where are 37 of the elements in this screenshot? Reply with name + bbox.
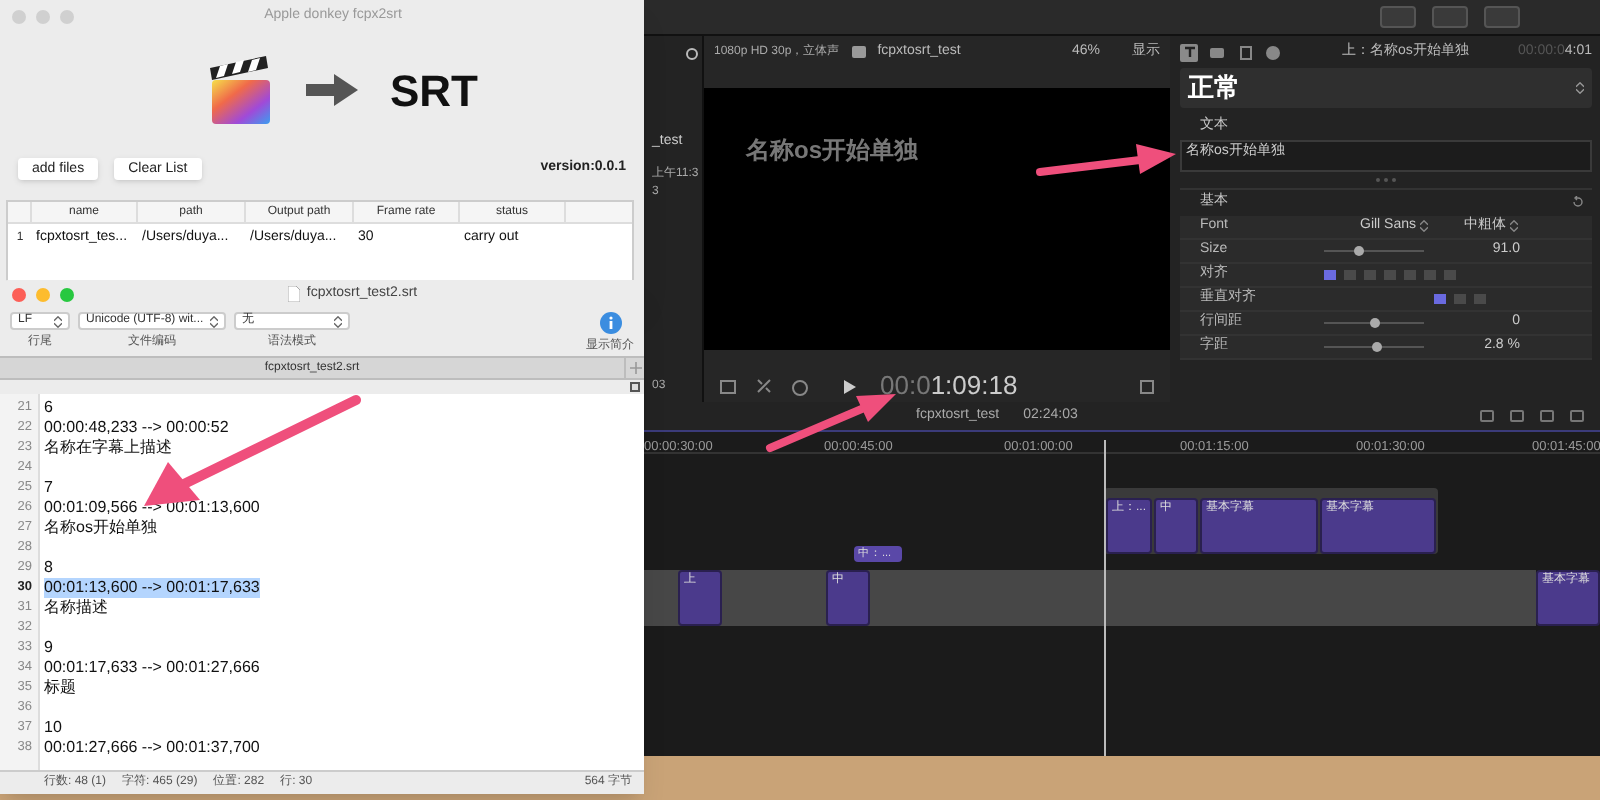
stepper-icon [54, 315, 62, 327]
code-line: 00:00:48,233 --> 00:00:52 [44, 418, 229, 438]
stepper-icon [1510, 220, 1519, 232]
slider-thumb[interactable] [1354, 245, 1364, 255]
code-line: 名称在字幕上描述 [44, 438, 172, 458]
code-line: 7 [44, 478, 53, 498]
play-button[interactable] [844, 380, 856, 394]
subtitle-caption: 名称os开始单独 [746, 136, 919, 164]
code-line: 名称描述 [44, 598, 108, 618]
code-line: 名称os开始单独 [44, 518, 157, 538]
code-line: 6 [44, 398, 53, 418]
align-button[interactable] [1434, 293, 1446, 303]
pointer-arrow [1036, 144, 1176, 176]
stepper-icon [334, 315, 342, 327]
right-arrow-icon [306, 74, 358, 106]
text-icon[interactable] [1180, 43, 1198, 61]
pointer-arrow [766, 394, 896, 452]
style-popup[interactable]: 正常 [1180, 68, 1592, 108]
align-button[interactable] [1324, 269, 1336, 279]
reset-icon[interactable] [1572, 196, 1584, 208]
code-line: 00:01:27,666 --> 00:01:37,700 [44, 738, 260, 758]
document-icon [288, 286, 301, 302]
split-view-icon[interactable] [630, 382, 640, 392]
code-line: 标题 [44, 678, 76, 698]
close-button[interactable] [12, 287, 26, 301]
code-line: 10 [44, 718, 62, 738]
slider-thumb[interactable] [1369, 317, 1379, 327]
stepper-icon [1420, 220, 1429, 232]
slider-thumb[interactable] [1371, 341, 1381, 351]
logo-text: SRT [390, 63, 478, 119]
playhead-timecode: 00:01:09:18 [880, 372, 1018, 398]
stepper-icon [1576, 82, 1584, 94]
code-line: 9 [44, 638, 53, 658]
code-line: 8 [44, 558, 53, 578]
code-line: 00:01:17,633 --> 00:01:27,666 [44, 658, 260, 678]
stepper-icon [210, 315, 218, 327]
search-icon[interactable] [686, 48, 698, 60]
